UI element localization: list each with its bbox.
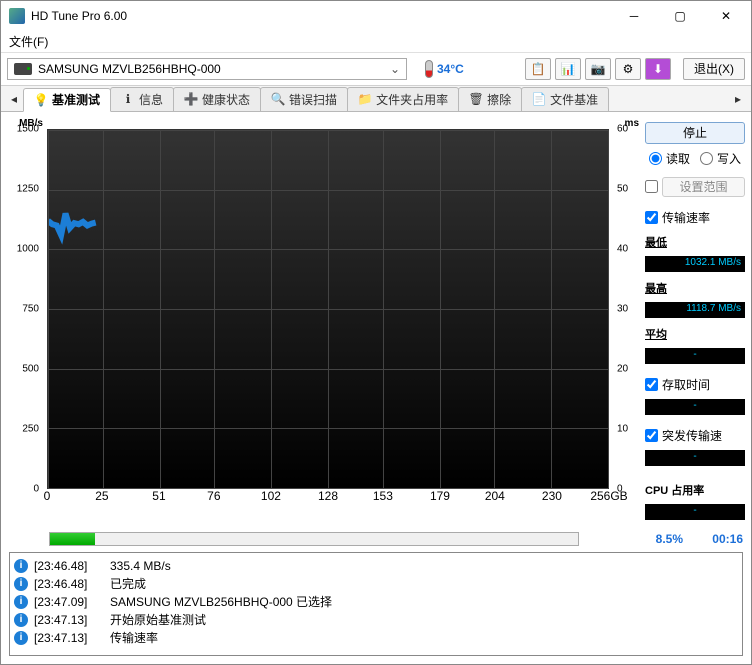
- avg-value: -: [645, 348, 745, 364]
- tab-benchmark[interactable]: 💡基准测试: [23, 88, 111, 112]
- min-value: 1032.1 MB/s: [645, 256, 745, 272]
- tab-info[interactable]: ℹ信息: [110, 87, 174, 111]
- folder-icon: 📁: [358, 92, 372, 106]
- y-axis-left: 0250500750100012501500: [7, 129, 47, 489]
- tab-errorscan[interactable]: 🔍错误扫描: [260, 87, 348, 111]
- log-panel[interactable]: i [23:46.48] 335.4 MB/s i [23:46.48] 已完成 i [23:…: [9, 552, 743, 656]
- y-axis-right: 0102030405060: [609, 129, 639, 489]
- read-radio[interactable]: 读取: [649, 150, 690, 167]
- temperature-value: 34°C: [437, 62, 464, 76]
- info-icon: i: [14, 631, 28, 645]
- toolbar: SAMSUNG MZVLB256HBHQ-000 ⌄ 34°C 📋 📊 📷 ⚙ …: [1, 53, 751, 86]
- log-row: i [23:47.13] 开始原始基准测试: [14, 611, 738, 629]
- min-label: 最低: [645, 234, 745, 250]
- save-button[interactable]: ⬇: [645, 58, 671, 80]
- copy-text-button[interactable]: 📋: [525, 58, 551, 80]
- file-icon: 📄: [532, 92, 546, 106]
- sidebar: 停止 读取 写入 设置范围 传输速率 最低 1032.1 MB/s 最高 111…: [645, 118, 745, 520]
- app-icon: [9, 8, 25, 24]
- window-title: HD Tune Pro 6.00: [31, 9, 611, 23]
- chevron-down-icon: ⌄: [390, 62, 400, 76]
- info-icon: ℹ: [121, 92, 135, 106]
- tab-scroll-left[interactable]: ◂: [5, 87, 23, 111]
- set-range-button[interactable]: 设置范围: [662, 177, 745, 197]
- progress-elapsed: 00:16: [693, 532, 743, 546]
- tab-health[interactable]: ➕健康状态: [173, 87, 261, 111]
- log-message: 已完成: [110, 575, 146, 592]
- drive-name: SAMSUNG MZVLB256HBHQ-000: [38, 62, 221, 76]
- burst-value: -: [645, 450, 745, 466]
- tab-folderusage[interactable]: 📁文件夹占用率: [347, 87, 459, 111]
- options-button[interactable]: ⚙: [615, 58, 641, 80]
- close-button[interactable]: ✕: [703, 1, 749, 31]
- tab-erase[interactable]: 🗑擦除: [458, 87, 522, 111]
- log-message: 335.4 MB/s: [110, 559, 171, 573]
- minimize-button[interactable]: ─: [611, 1, 657, 31]
- log-time: [23:46.48]: [34, 577, 104, 591]
- copy-chart-button[interactable]: 📊: [555, 58, 581, 80]
- tab-scroll-right[interactable]: ▸: [729, 87, 747, 111]
- progress-bar: [49, 532, 579, 546]
- search-icon: 🔍: [271, 92, 285, 106]
- info-icon: i: [14, 577, 28, 591]
- log-row: i [23:47.13] 传输速率: [14, 629, 738, 647]
- info-icon: i: [14, 613, 28, 627]
- chart-area: MB/s ms 0250500750100012501500 010203040…: [7, 118, 639, 520]
- maximize-button[interactable]: ▢: [657, 1, 703, 31]
- progress-fill: [50, 533, 95, 545]
- thermometer-icon: [425, 60, 433, 78]
- exit-button[interactable]: 退出(X): [683, 58, 745, 80]
- info-icon: i: [14, 559, 28, 573]
- avg-label: 平均: [645, 326, 745, 342]
- log-row: i [23:46.48] 已完成: [14, 575, 738, 593]
- app-window: HD Tune Pro 6.00 ─ ▢ ✕ 文件(F) SAMSUNG MZV…: [0, 0, 752, 665]
- bulb-icon: 💡: [34, 93, 48, 107]
- transfer-rate-checkbox[interactable]: [645, 211, 658, 224]
- log-time: [23:47.13]: [34, 613, 104, 627]
- max-value: 1118.7 MB/s: [645, 302, 745, 318]
- menubar: 文件(F): [1, 31, 751, 53]
- chart-canvas: [47, 129, 609, 489]
- access-value: -: [645, 399, 745, 415]
- progress-row: 8.5% 00:16: [1, 526, 751, 552]
- log-message: 开始原始基准测试: [110, 611, 206, 628]
- trash-icon: 🗑: [469, 92, 483, 106]
- log-row: i [23:46.48] 335.4 MB/s: [14, 557, 738, 575]
- log-row: i [23:47.09] SAMSUNG MZVLB256HBHQ-000 已选择: [14, 593, 738, 611]
- max-label: 最高: [645, 280, 745, 296]
- cpu-label: CPU 占用率: [645, 482, 745, 498]
- access-time-checkbox[interactable]: [645, 378, 658, 391]
- drive-selector[interactable]: SAMSUNG MZVLB256HBHQ-000 ⌄: [7, 58, 407, 80]
- range-checkbox[interactable]: [645, 180, 658, 193]
- stop-button[interactable]: 停止: [645, 122, 745, 144]
- info-icon: i: [14, 595, 28, 609]
- drive-icon: [14, 63, 32, 75]
- write-radio[interactable]: 写入: [700, 150, 741, 167]
- temperature-display: 34°C: [425, 60, 464, 78]
- screenshot-button[interactable]: 📷: [585, 58, 611, 80]
- tab-bar: ◂ 💡基准测试 ℹ信息 ➕健康状态 🔍错误扫描 📁文件夹占用率 🗑擦除 📄文件基…: [1, 86, 751, 112]
- x-axis: 0255176102128153179204230256GB: [7, 489, 639, 509]
- log-time: [23:47.09]: [34, 595, 104, 609]
- titlebar: HD Tune Pro 6.00 ─ ▢ ✕: [1, 1, 751, 31]
- log-time: [23:46.48]: [34, 559, 104, 573]
- log-message: SAMSUNG MZVLB256HBHQ-000 已选择: [110, 593, 332, 610]
- health-icon: ➕: [184, 92, 198, 106]
- burst-rate-checkbox[interactable]: [645, 429, 658, 442]
- log-time: [23:47.13]: [34, 631, 104, 645]
- tab-filebench[interactable]: 📄文件基准: [521, 87, 609, 111]
- log-message: 传输速率: [110, 629, 158, 646]
- progress-percent: 8.5%: [656, 532, 683, 546]
- menu-file[interactable]: 文件(F): [9, 35, 48, 49]
- cpu-value: -: [645, 504, 745, 520]
